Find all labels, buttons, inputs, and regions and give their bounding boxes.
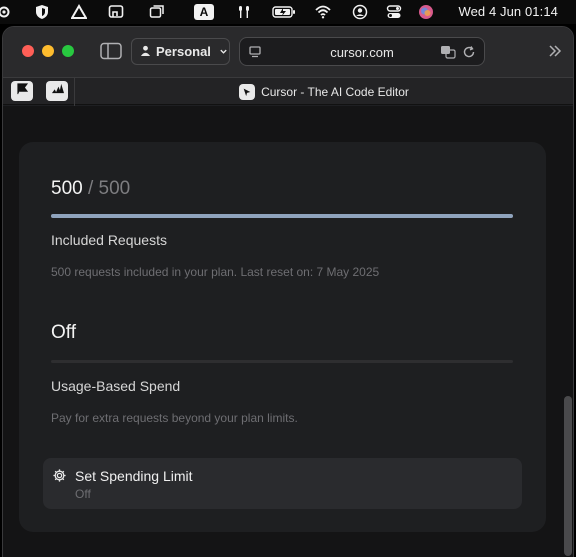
input-source-letter: A [199,5,209,19]
usage-based-spend-title: Usage-Based Spend [51,378,181,394]
usage-based-spend-desc: Pay for extra requests beyond your plan … [51,411,298,425]
spend-progress [51,360,513,363]
macos-menu-bar: A Wed 4 Jun 01:14 [0,0,576,24]
pinned-tab-adidas[interactable] [46,81,68,101]
tab-title-label: Cursor - The AI Code Editor [261,85,409,99]
chevron-down-icon [219,44,228,59]
flag-icon [16,82,29,100]
sidebar-toggle-icon[interactable] [100,42,122,60]
usage-based-spend-value: Off [51,322,76,343]
adidas-logo-icon [51,82,64,100]
requests-total: 500 [98,178,131,199]
included-requests-desc: 500 requests included in your plan. Last… [51,265,380,279]
shield-icon[interactable] [34,4,50,20]
cursor-logo-icon [239,84,256,100]
requests-usage-value: 500 / 500 [51,178,130,200]
menubar-clock[interactable]: Wed 4 Jun 01:14 [458,4,558,19]
gear-icon[interactable] [0,4,12,20]
spending-limit-label: Set Spending Limit [75,468,193,484]
window-close-button[interactable] [22,45,34,57]
requests-used: 500 [51,178,83,199]
profile-label: Personal [156,44,211,59]
set-spending-limit-button[interactable]: Set Spending Limit Off [43,458,522,509]
profile-switcher[interactable]: Personal [131,38,230,65]
window-minimize-button[interactable] [42,45,54,57]
window-maximize-button[interactable] [62,45,74,57]
usage-card: 500 / 500 Included Requests 500 requests… [19,142,546,532]
included-requests-progress [51,214,513,218]
wifi-icon[interactable] [315,4,331,20]
airpods-icon[interactable] [236,4,252,20]
control-center-icon[interactable] [386,4,402,20]
user-account-icon[interactable] [352,4,368,20]
battery-icon[interactable] [272,4,296,20]
page-scrollbar[interactable] [564,396,572,556]
spending-limit-status: Off [75,487,91,501]
reload-icon[interactable] [462,45,476,59]
active-tab[interactable]: Cursor - The AI Code Editor [75,78,573,106]
windows-icon[interactable] [149,4,165,20]
page-content: 500 / 500 Included Requests 500 requests… [3,106,573,557]
gear-icon [52,468,67,483]
person-icon [140,44,151,59]
address-bar[interactable]: cursor.com [239,37,485,66]
siri-icon[interactable] [418,4,434,20]
tab-bar: Cursor - The AI Code Editor [3,77,573,106]
pinned-tab-flag[interactable] [11,81,33,101]
double-chevron-right-icon[interactable] [547,43,563,59]
translate-icon[interactable] [440,45,456,59]
usage-separator: / [87,178,94,199]
browser-toolbar: Personal cursor.com [3,27,573,77]
delta-icon[interactable] [71,4,87,20]
included-requests-title: Included Requests [51,232,167,248]
browser-window: Personal cursor.com Cursor - The AI Code… [2,26,574,557]
keyboard-input-icon[interactable]: A [194,4,214,20]
screen-mirror-icon[interactable] [108,4,124,20]
progress-fill [51,214,513,218]
